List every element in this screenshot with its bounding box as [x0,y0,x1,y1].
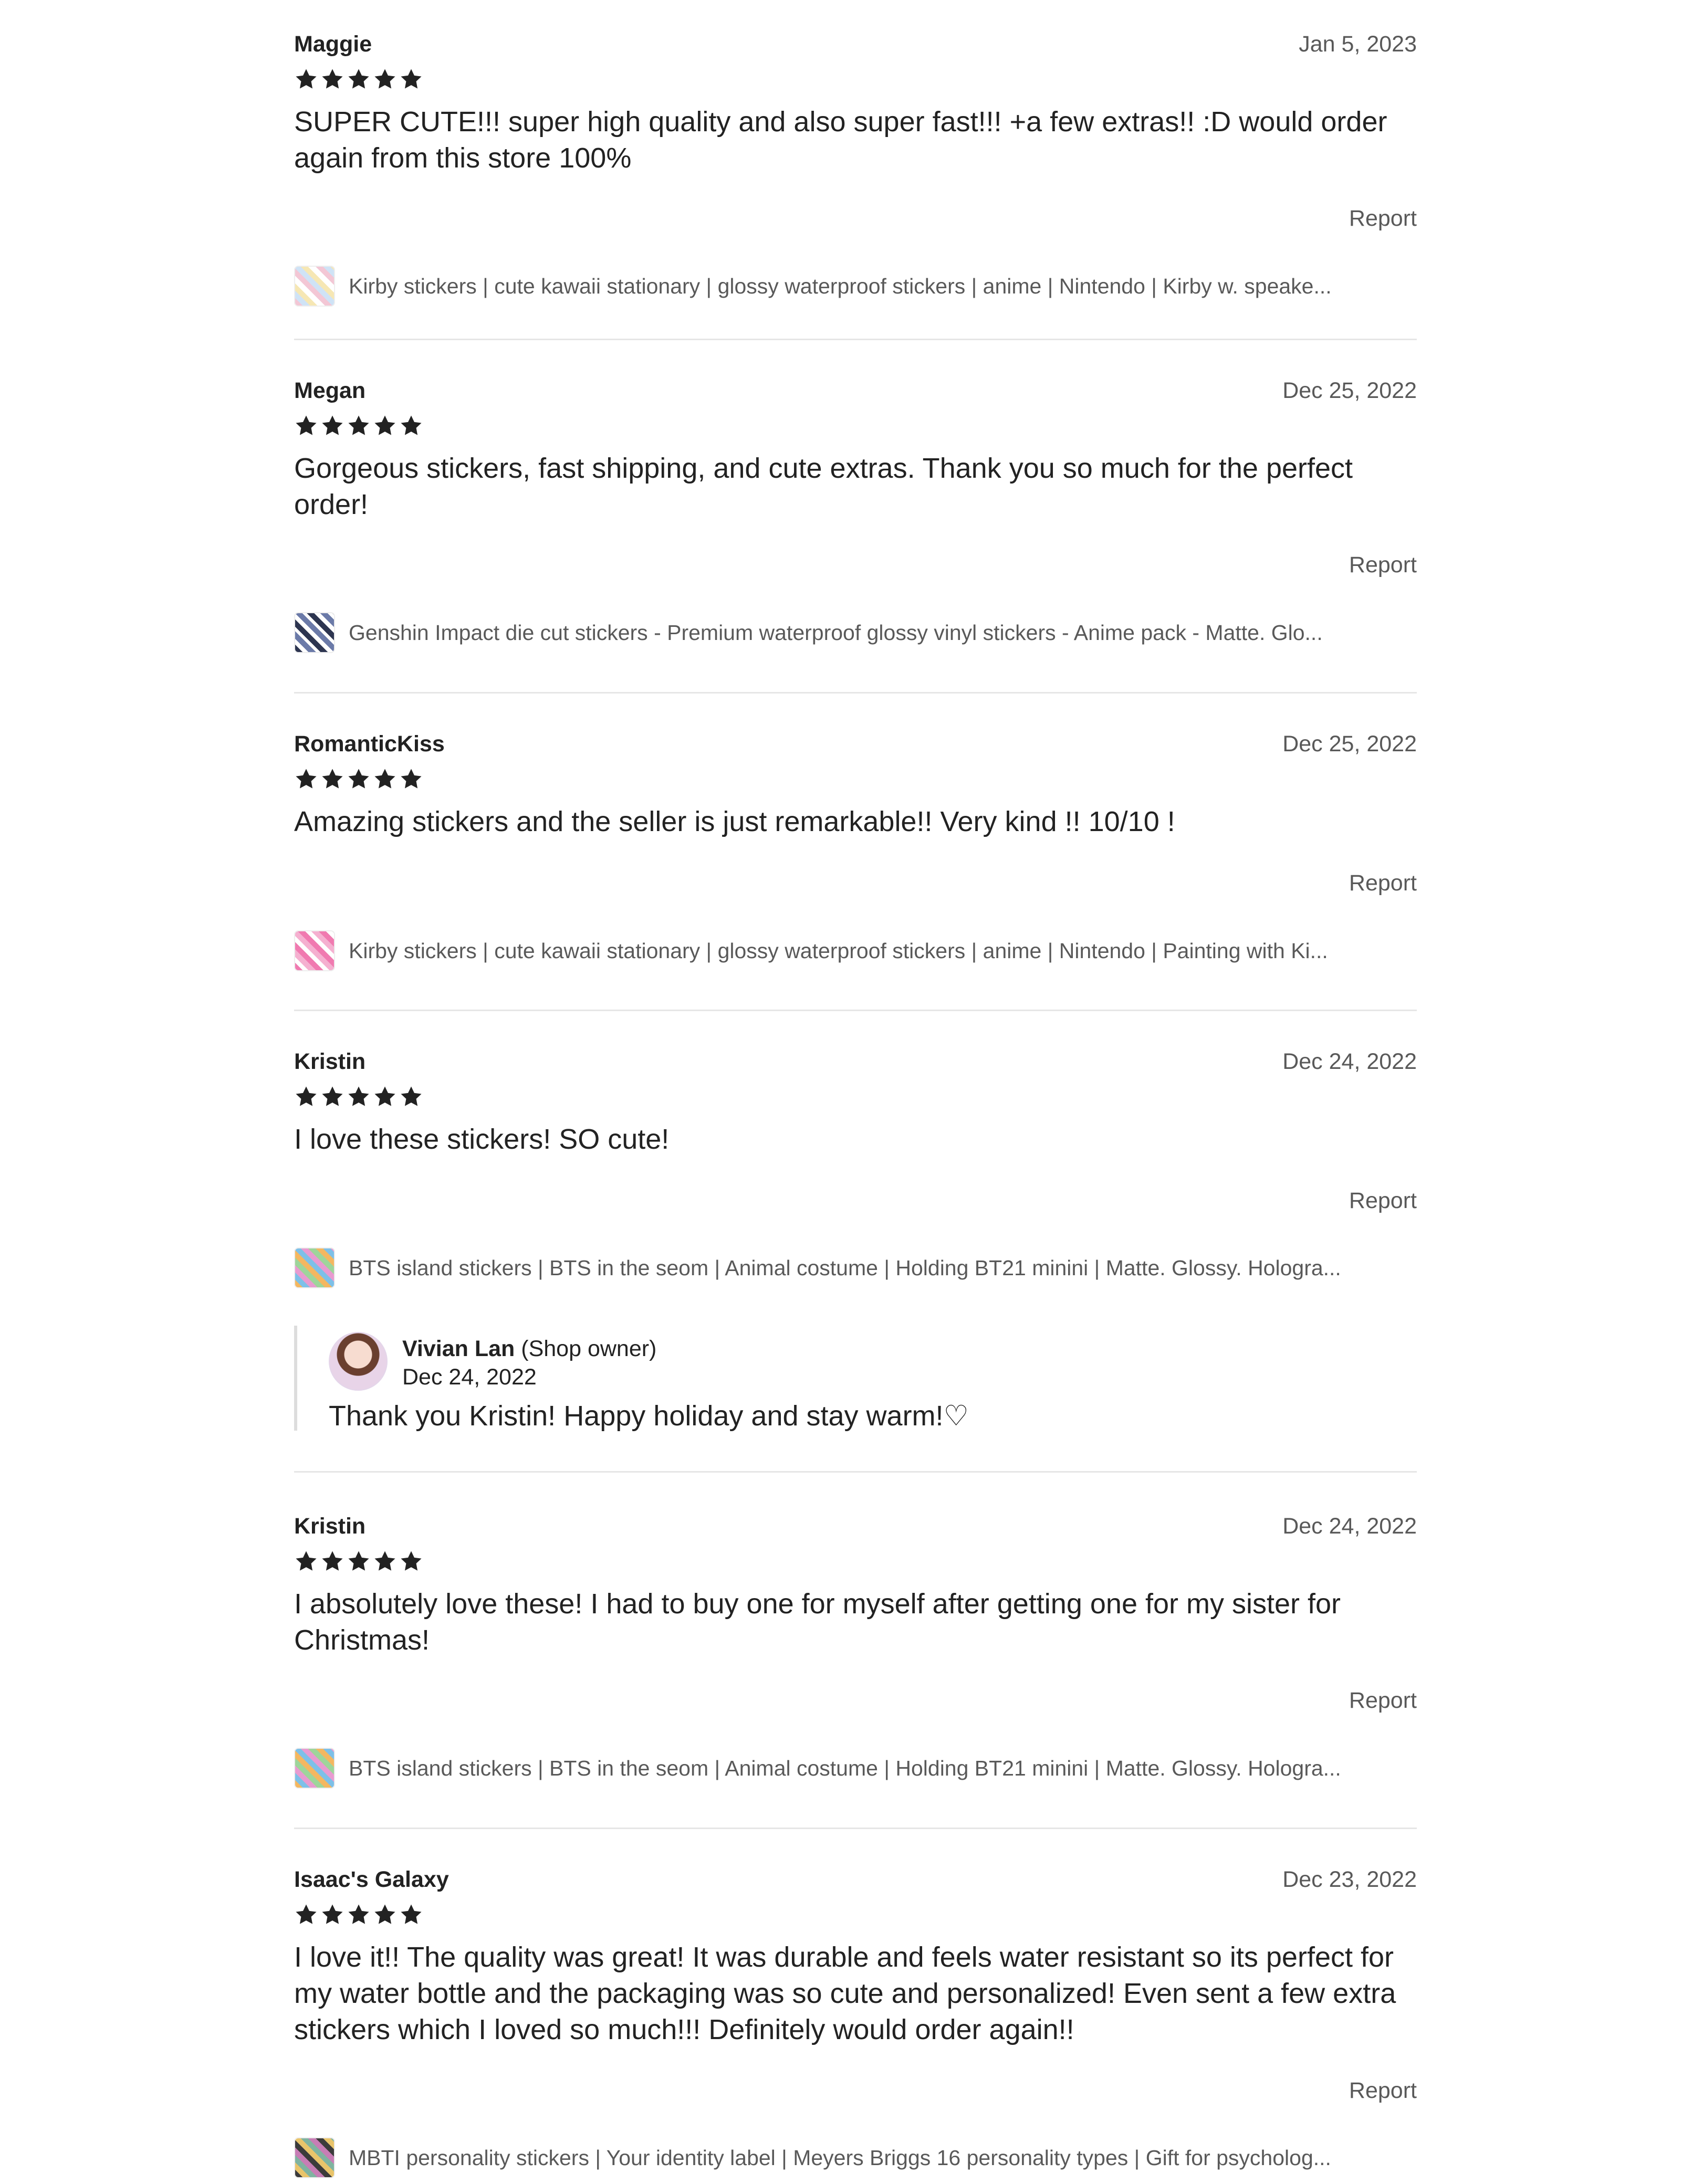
star-icon [374,1904,395,1924]
reviewer-name[interactable]: Megan [294,378,365,404]
star-icon [348,69,369,89]
report-link[interactable]: Report [1349,206,1417,232]
product-thumbnail [294,2137,335,2178]
review-text: Gorgeous stickers, fast shipping, and cu… [294,453,1353,520]
avatar [329,1332,388,1391]
review-date: Dec 23, 2022 [1282,1867,1417,1892]
reply-header: Vivian Lan (Shop owner) Dec 24, 2022 [329,1326,1417,1391]
star-icon [296,69,317,89]
star-icon [348,1086,369,1106]
report-link[interactable]: Report [1349,870,1417,896]
review-date: Dec 25, 2022 [1282,378,1417,403]
star-rating [294,1903,423,1932]
product-thumbnail [294,612,335,653]
purchased-item-link[interactable]: Genshin Impact die cut stickers - Premiu… [294,612,1417,654]
star-icon [322,415,343,435]
star-icon [322,1551,343,1571]
product-thumbnail [294,1748,335,1789]
star-rating [294,767,423,796]
review-date: Dec 24, 2022 [1282,1514,1417,1539]
review-date: Jan 5, 2023 [1299,32,1417,57]
divider [294,1471,1417,1473]
owner-name[interactable]: Vivian Lan [402,1336,515,1361]
review-text: I love it!! The quality was great! It wa… [294,1941,1396,2045]
purchased-item-link[interactable]: BTS island stickers | BTS in the seom | … [294,1747,1417,1789]
star-icon [322,1086,343,1106]
report-link[interactable]: Report [1349,552,1417,578]
star-icon [401,1551,422,1571]
star-icon [374,1086,395,1106]
review-text: I absolutely love these! I had to buy on… [294,1588,1341,1656]
review-date: Dec 24, 2022 [1282,1049,1417,1074]
reviewer-name[interactable]: Kristin [294,1049,365,1075]
purchased-item-link[interactable]: Kirby stickers | cute kawaii stationary … [294,265,1417,307]
divider [294,1828,1417,1829]
star-icon [348,1551,369,1571]
review-date: Dec 25, 2022 [1282,731,1417,757]
star-icon [296,1086,317,1106]
product-thumbnail [294,930,335,971]
product-title: Genshin Impact die cut stickers - Premiu… [349,620,1323,645]
star-icon [322,769,343,789]
purchased-item-link[interactable]: MBTI personality stickers | Your identit… [294,2137,1417,2179]
star-icon [401,69,422,89]
star-icon [348,415,369,435]
star-icon [374,415,395,435]
star-rating [294,1549,423,1579]
report-link[interactable]: Report [1349,1188,1417,1214]
shop-owner-name: Vivian Lan (Shop owner) [402,1336,656,1362]
purchased-item-link[interactable]: BTS island stickers | BTS in the seom | … [294,1247,1417,1289]
star-icon [348,1904,369,1924]
star-icon [374,769,395,789]
star-icon [374,69,395,89]
star-rating [294,67,423,97]
review-text: SUPER CUTE!!! super high quality and als… [294,106,1387,174]
star-rating [294,1085,423,1114]
shop-owner-reply: Vivian Lan (Shop owner) Dec 24, 2022 Tha… [294,1326,1417,1432]
star-icon [296,1551,317,1571]
reviewer-name[interactable]: Isaac's Galaxy [294,1867,449,1893]
reply-date: Dec 24, 2022 [402,1364,537,1390]
report-link[interactable]: Report [1349,2078,1417,2104]
owner-role: (Shop owner) [521,1336,657,1361]
star-icon [401,1904,422,1924]
divider [294,692,1417,694]
product-title: Kirby stickers | cute kawaii stationary … [349,274,1332,298]
product-thumbnail [294,1247,335,1288]
report-link[interactable]: Report [1349,1688,1417,1714]
reviewer-name[interactable]: Maggie [294,32,372,57]
star-icon [348,769,369,789]
star-icon [296,415,317,435]
star-icon [296,1904,317,1924]
product-title: MBTI personality stickers | Your identit… [349,2145,1331,2170]
star-icon [401,1086,422,1106]
star-icon [401,769,422,789]
divider [294,339,1417,340]
product-thumbnail [294,266,335,307]
purchased-item-link[interactable]: Kirby stickers | cute kawaii stationary … [294,930,1417,972]
star-rating [294,414,423,443]
star-icon [322,1904,343,1924]
star-icon [401,415,422,435]
star-icon [322,69,343,89]
product-title: BTS island stickers | BTS in the seom | … [349,1255,1341,1280]
reviewer-name[interactable]: RomanticKiss [294,731,445,757]
review-text: I love these stickers! SO cute! [294,1124,670,1155]
reviewer-name[interactable]: Kristin [294,1514,365,1539]
review-text: Amazing stickers and the seller is just … [294,806,1175,837]
divider [294,1010,1417,1011]
star-icon [374,1551,395,1571]
reply-text: Thank you Kristin! Happy holiday and sta… [329,1400,969,1432]
star-icon [296,769,317,789]
product-title: Kirby stickers | cute kawaii stationary … [349,938,1328,963]
product-title: BTS island stickers | BTS in the seom | … [349,1756,1341,1780]
